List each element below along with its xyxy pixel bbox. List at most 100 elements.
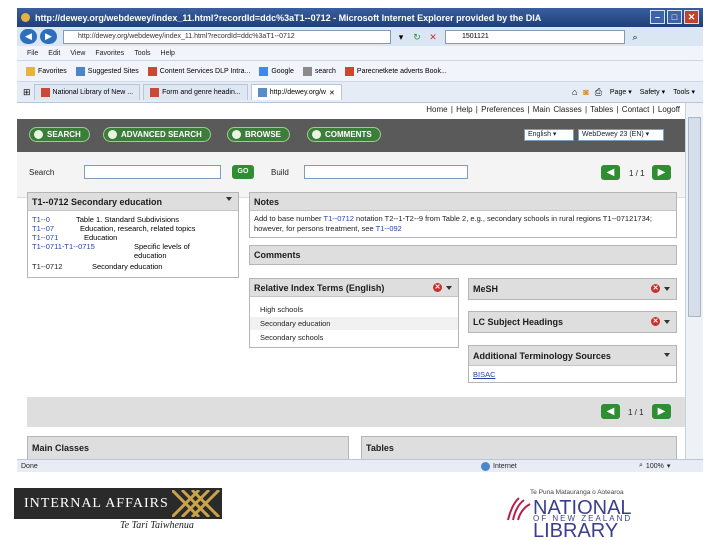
stop-icon[interactable]: ✕ (427, 31, 439, 43)
favorites-bar: Favorites Suggested Sites Content Servic… (17, 61, 703, 82)
back-button[interactable]: ◀ (20, 29, 37, 44)
tab-label: Form and genre headin... (162, 89, 241, 96)
page-icon (147, 66, 157, 76)
minimize-button[interactable]: – (650, 10, 665, 24)
go-button[interactable]: GO (232, 165, 254, 179)
favorites-button[interactable]: Favorites (26, 66, 67, 76)
fav-suggested-sites[interactable]: Suggested Sites (75, 66, 139, 76)
zoom-label: 100% (645, 462, 664, 470)
relative-term[interactable]: High schools (250, 303, 458, 316)
address-input[interactable]: http://dewey.org/webdewey/index_11.html?… (63, 29, 391, 44)
build-label: Build (271, 168, 289, 177)
tab-label: National Library of New ... (52, 89, 134, 96)
build-field[interactable] (304, 165, 468, 179)
mesh-panel: MeSH ✕ (468, 278, 677, 300)
select-value: English (528, 131, 551, 138)
menu-edit[interactable]: Edit (48, 50, 60, 57)
fav-content-services[interactable]: Content Services DLP Intra... (147, 66, 251, 76)
class-caption: Education (84, 233, 118, 242)
next-page-button[interactable]: ▶ (652, 165, 671, 180)
tab-form-genre[interactable]: Form and genre headin... (143, 84, 248, 100)
tab-dewey[interactable]: http://dewey.org/w ✕ (250, 84, 342, 100)
edition-select[interactable]: WebDewey 23 (EN) ▾ (578, 129, 664, 141)
zoom-control[interactable]: ⌕ 100% ▾ (639, 462, 670, 470)
app-toolbar: SEARCH ADVANCED SEARCH BROWSE COMMENTS E… (17, 119, 685, 152)
page-icon (302, 66, 312, 76)
top-links[interactable]: Home | Help | Preferences | Main Classes… (17, 105, 685, 117)
prev-page-button[interactable]: ◀ (601, 404, 620, 419)
fav-google[interactable]: Google (259, 66, 294, 76)
collapse-icon[interactable] (226, 197, 232, 201)
tables-header[interactable]: Tables (362, 437, 676, 459)
search-button[interactable]: SEARCH (29, 127, 90, 142)
relative-term[interactable]: Secondary education (250, 317, 458, 330)
class-caption: Education, research, related topics (80, 224, 196, 233)
safety-menu[interactable]: Safety ▾ (640, 88, 665, 97)
next-page-button[interactable]: ▶ (652, 404, 671, 419)
menu-file[interactable]: File (27, 50, 38, 57)
internal-affairs-logo: INTERNAL AFFAIRS (14, 488, 222, 519)
tab-national-library[interactable]: National Library of New ... (33, 84, 141, 100)
tools-menu[interactable]: Tools ▾ (673, 88, 695, 97)
prev-page-button[interactable]: ◀ (601, 165, 620, 180)
class-number: T1--0712 (32, 262, 63, 271)
nlnz-maori-name: Te Puna Matauranga o Aotearoa (530, 489, 624, 496)
ie-logo-icon (21, 13, 30, 22)
fav-search[interactable]: search (302, 66, 336, 76)
collapse-icon[interactable] (664, 286, 670, 291)
close-panel-icon[interactable]: ✕ (651, 284, 660, 293)
language-select[interactable]: English ▾ (524, 129, 574, 141)
scrollbar-thumb[interactable] (688, 117, 701, 317)
fav-label: Content Services DLP Intra... (159, 67, 251, 75)
mesh-header: MeSH ✕ (469, 279, 676, 299)
dropdown-arrow-icon[interactable]: ▾ (395, 31, 407, 43)
menu-view[interactable]: View (70, 50, 85, 57)
class-number[interactable]: T1--0711-T1--0715 (32, 242, 95, 251)
main-classes-header[interactable]: Main Classes (28, 437, 348, 459)
browse-button[interactable]: BROWSE (227, 127, 290, 142)
lcsh-header: LC Subject Headings ✕ (469, 312, 676, 332)
close-panel-icon[interactable]: ✕ (433, 283, 442, 292)
print-icon[interactable]: ⎙ (595, 87, 602, 98)
collapse-icon[interactable] (446, 285, 452, 290)
collapse-icon[interactable] (664, 319, 670, 324)
close-panel-icon[interactable]: ✕ (651, 317, 660, 326)
advanced-search-button[interactable]: ADVANCED SEARCH (103, 127, 211, 142)
relative-term[interactable]: Secondary schools (250, 331, 458, 344)
additional-terminology-panel: Additional Terminology Sources BISAC (468, 345, 677, 383)
collapse-icon[interactable] (664, 353, 670, 357)
vertical-scrollbar[interactable] (685, 103, 703, 459)
home-icon[interactable]: ⌂ (572, 87, 577, 97)
fav-adverts[interactable]: Parecnetkete adverts Book... (344, 66, 447, 76)
menu-tools[interactable]: Tools (134, 50, 150, 57)
search-field[interactable] (84, 165, 221, 179)
class-number[interactable]: T1--071 (32, 233, 58, 242)
browse-icon (232, 130, 241, 139)
lcsh-panel: LC Subject Headings ✕ (468, 311, 677, 333)
refresh-icon[interactable]: ↻ (411, 31, 423, 43)
page-icon (257, 88, 267, 97)
class-number[interactable]: T1--07 (32, 224, 54, 233)
search-icon[interactable]: ⌕ (629, 31, 641, 43)
feeds-icon[interactable]: ◙ (583, 87, 588, 97)
status-bar: Done Internet ⌕ 100% ▾ (17, 459, 703, 472)
forward-button[interactable]: ▶ (40, 29, 57, 44)
bisac-link[interactable]: BISAC (473, 370, 496, 379)
notes-link[interactable]: T1--0712 (324, 214, 354, 223)
class-caption: Specific levels of (134, 242, 190, 251)
notes-link[interactable]: T1--092 (376, 224, 402, 233)
maximize-button[interactable]: □ (667, 10, 682, 24)
page-menu[interactable]: Page ▾ (610, 88, 632, 97)
quick-tabs-icon[interactable]: ⊞ (23, 87, 31, 98)
notes-text: Add to base number T1--0712 notation T2-… (254, 214, 674, 234)
notes-text-a: Add to base number (254, 214, 324, 223)
close-button[interactable]: ✕ (684, 10, 699, 24)
comments-button[interactable]: COMMENTS (307, 127, 381, 142)
menu-favorites[interactable]: Favorites (95, 50, 124, 57)
menu-help[interactable]: Help (161, 50, 175, 57)
window-titlebar: http://dewey.org/webdewey/index_11.html?… (17, 8, 703, 27)
close-tab-icon[interactable]: ✕ (329, 89, 335, 97)
fav-label: Suggested Sites (87, 67, 139, 75)
browser-search-input[interactable]: 1501121 (445, 29, 625, 44)
class-number[interactable]: T1--0 (32, 215, 50, 224)
